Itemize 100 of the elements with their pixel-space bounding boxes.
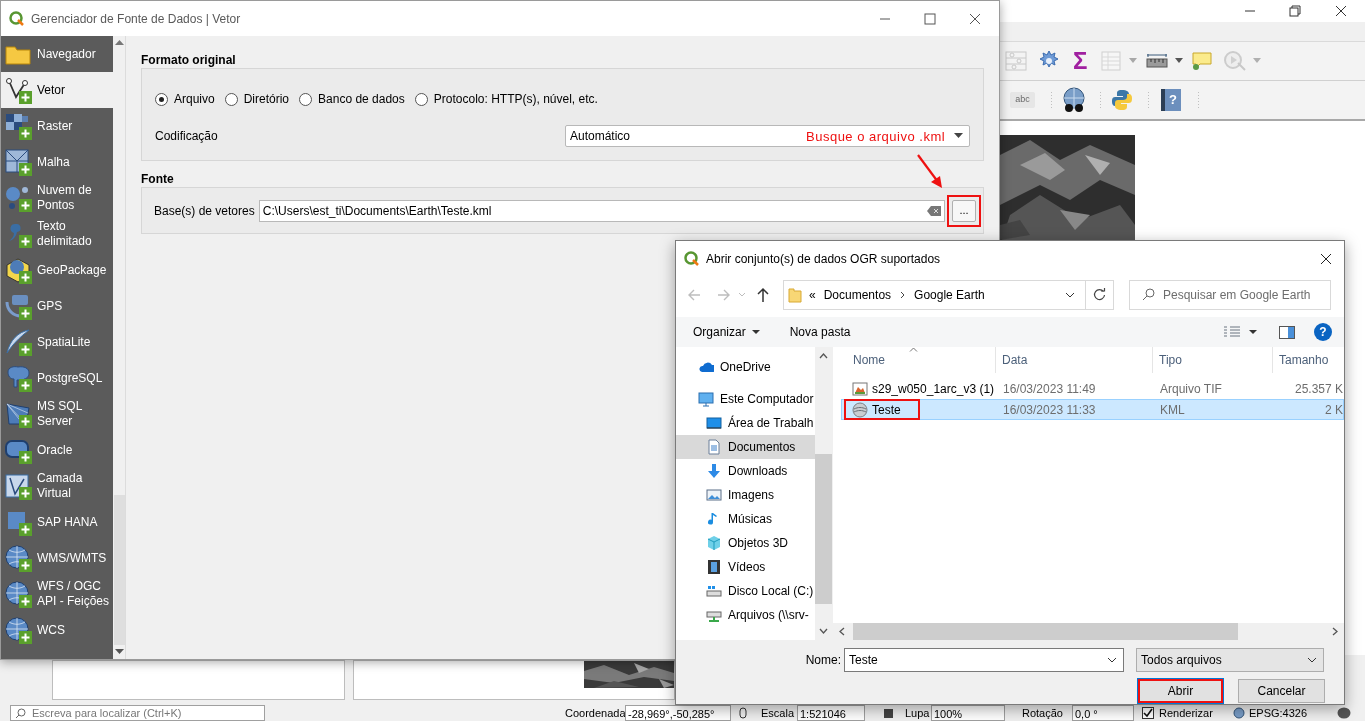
scroll-up-icon[interactable] (819, 353, 828, 359)
radio-label: Protocolo: HTTP(s), núvel, etc. (433, 91, 598, 108)
search-field[interactable]: Pesquisar em Google Earth (1129, 279, 1331, 310)
coordinate-field[interactable]: -28,969°,-50,285° (625, 705, 731, 721)
up-arrow-icon[interactable] (756, 286, 770, 303)
film-strip-icon (706, 559, 722, 575)
preview-pane-icon[interactable] (1279, 325, 1295, 339)
sidebar-item[interactable]: Texto delimitado (1, 216, 113, 252)
browse-button[interactable]: ... (952, 199, 976, 222)
sidebar-item[interactable]: SAP HANA (1, 504, 113, 540)
scroll-thumb[interactable] (853, 623, 1238, 640)
radio-label: Banco de dados (318, 91, 405, 108)
dialog-button[interactable]: Cancelar (1238, 679, 1325, 703)
nav-item[interactable]: Disco Local (C:) (676, 579, 815, 603)
close-icon[interactable] (969, 12, 981, 25)
crs-icon[interactable] (1233, 707, 1245, 719)
label-tool-icon[interactable]: abc (1010, 92, 1035, 108)
path-field[interactable]: C:\Users\est_ti\Documents\Earth\Teste.kml (258, 199, 945, 222)
sidebar-item[interactable]: SpatiaLite (1, 324, 113, 360)
scroll-right-icon[interactable] (1332, 627, 1338, 636)
scrollbar[interactable] (815, 347, 832, 640)
annotation-text: Busque o arquivo .kml (806, 128, 946, 146)
radio-button[interactable] (414, 92, 428, 106)
radio-button[interactable] (224, 92, 238, 106)
close-icon[interactable] (1320, 252, 1332, 265)
nav-item[interactable]: Músicas (676, 507, 815, 531)
sidebar-item[interactable]: Camada Virtual (1, 468, 113, 504)
sidebar-item[interactable]: WCS (1, 612, 113, 648)
file-row[interactable]: Teste 16/03/2023 11:33 KML 2 K (841, 399, 1344, 420)
scroll-thumb[interactable] (815, 454, 832, 604)
maximize-icon[interactable] (924, 12, 936, 25)
radio-button[interactable] (155, 92, 168, 106)
overflow-marker[interactable]: « (809, 285, 816, 304)
scrollbar[interactable] (833, 623, 1344, 640)
sidebar-item[interactable]: Navegador (1, 36, 113, 72)
breadcrumb-item[interactable]: Documentos (823, 285, 892, 304)
address-bar[interactable]: « Documentos Google Earth (783, 279, 1086, 310)
nav-item[interactable]: Área de Trabalh (676, 411, 815, 435)
nav-item[interactable]: Arquivos (\\srv- (676, 603, 815, 627)
sidebar-item[interactable]: WMS/WMTS (1, 540, 113, 576)
new-folder-button[interactable]: Nova pasta (789, 323, 851, 341)
scroll-left-icon[interactable] (839, 627, 845, 636)
rotation-field[interactable]: 0,0 ° (1072, 705, 1134, 721)
refresh-button[interactable] (1086, 279, 1114, 310)
nav-item[interactable]: Este Computador (676, 387, 815, 411)
cube-icon (706, 535, 722, 551)
caret-icon[interactable] (1107, 657, 1117, 663)
sum-icon[interactable]: Σ (1073, 49, 1088, 73)
file-type-dropdown[interactable]: Todos arquivos (1136, 648, 1324, 672)
sidebar-item[interactable]: Raster (1, 108, 113, 144)
restore-icon[interactable] (1289, 5, 1301, 17)
breadcrumb-item[interactable]: Google Earth (914, 285, 985, 304)
file-row[interactable]: s29_w050_1arc_v3 (1) 16/03/2023 11:49 Arquivo TIF 25.357 K (841, 378, 1344, 399)
locator-search-field[interactable]: Escreva para localizar (Ctrl+K) (10, 705, 265, 721)
scroll-up-icon[interactable] (114, 40, 124, 46)
scale-label: Escala (761, 705, 796, 721)
scale-field[interactable]: 1:521046 (797, 705, 865, 721)
nav-item[interactable]: Imagens (676, 483, 815, 507)
ruler-icon[interactable] (1146, 54, 1169, 68)
python-icon[interactable] (1111, 89, 1133, 111)
magnifier-field[interactable]: 100% (931, 705, 1005, 721)
nav-item[interactable]: Documentos (676, 435, 815, 459)
sidebar-item[interactable]: Nuvem de Pontos (1, 180, 113, 216)
mouse-icon[interactable] (737, 707, 749, 719)
scroll-down-icon[interactable] (819, 628, 828, 634)
close-icon[interactable] (1335, 5, 1347, 17)
scrollbar[interactable] (113, 36, 126, 659)
speech-bubble-icon[interactable] (1191, 51, 1214, 71)
toolbar-grip-icon (1197, 91, 1200, 109)
organize-menu[interactable]: Organizar (693, 323, 760, 341)
dialog-button[interactable]: Abrir (1138, 679, 1223, 703)
render-checkbox[interactable] (1142, 707, 1154, 719)
sidebar-item[interactable]: Oracle (1, 432, 113, 468)
sidebar-item[interactable]: MS SQL Server (1, 396, 113, 432)
clear-icon[interactable] (927, 205, 941, 216)
sidebar-item[interactable]: Vetor (1, 72, 113, 108)
scroll-thumb[interactable] (113, 495, 125, 645)
caret-icon[interactable] (1175, 58, 1184, 64)
dialog-title: Abrir conjunto(s) de dados OGR suportados (706, 250, 941, 268)
nav-item[interactable]: Vídeos (676, 555, 815, 579)
messages-icon[interactable] (1337, 707, 1351, 719)
file-name-field[interactable]: Teste (844, 648, 1124, 672)
nav-item[interactable]: Downloads (676, 459, 815, 483)
sidebar-item[interactable]: Malha (1, 144, 113, 180)
caret-icon[interactable] (1249, 329, 1257, 335)
sidebar-item[interactable]: GeoPackage (1, 252, 113, 288)
nav-item[interactable]: OneDrive (676, 355, 815, 379)
help-icon[interactable]: ? (1314, 323, 1332, 341)
radio-label: Diretório (243, 91, 290, 108)
refresh-icon (1093, 288, 1106, 301)
radio-button[interactable] (299, 92, 313, 106)
globe-binoculars-icon[interactable] (1061, 87, 1087, 113)
caret-icon (1307, 657, 1317, 663)
sidebar-item[interactable]: WFS / OGC API - Feições (1, 576, 113, 612)
toolbar-grip-icon (1050, 91, 1053, 109)
sidebar-item[interactable]: PostgreSQL (1, 360, 113, 396)
lock-icon[interactable] (883, 707, 894, 719)
caret-icon[interactable] (1065, 291, 1075, 298)
nav-item[interactable]: Objetos 3D (676, 531, 815, 555)
sidebar-item[interactable]: GPS (1, 288, 113, 324)
